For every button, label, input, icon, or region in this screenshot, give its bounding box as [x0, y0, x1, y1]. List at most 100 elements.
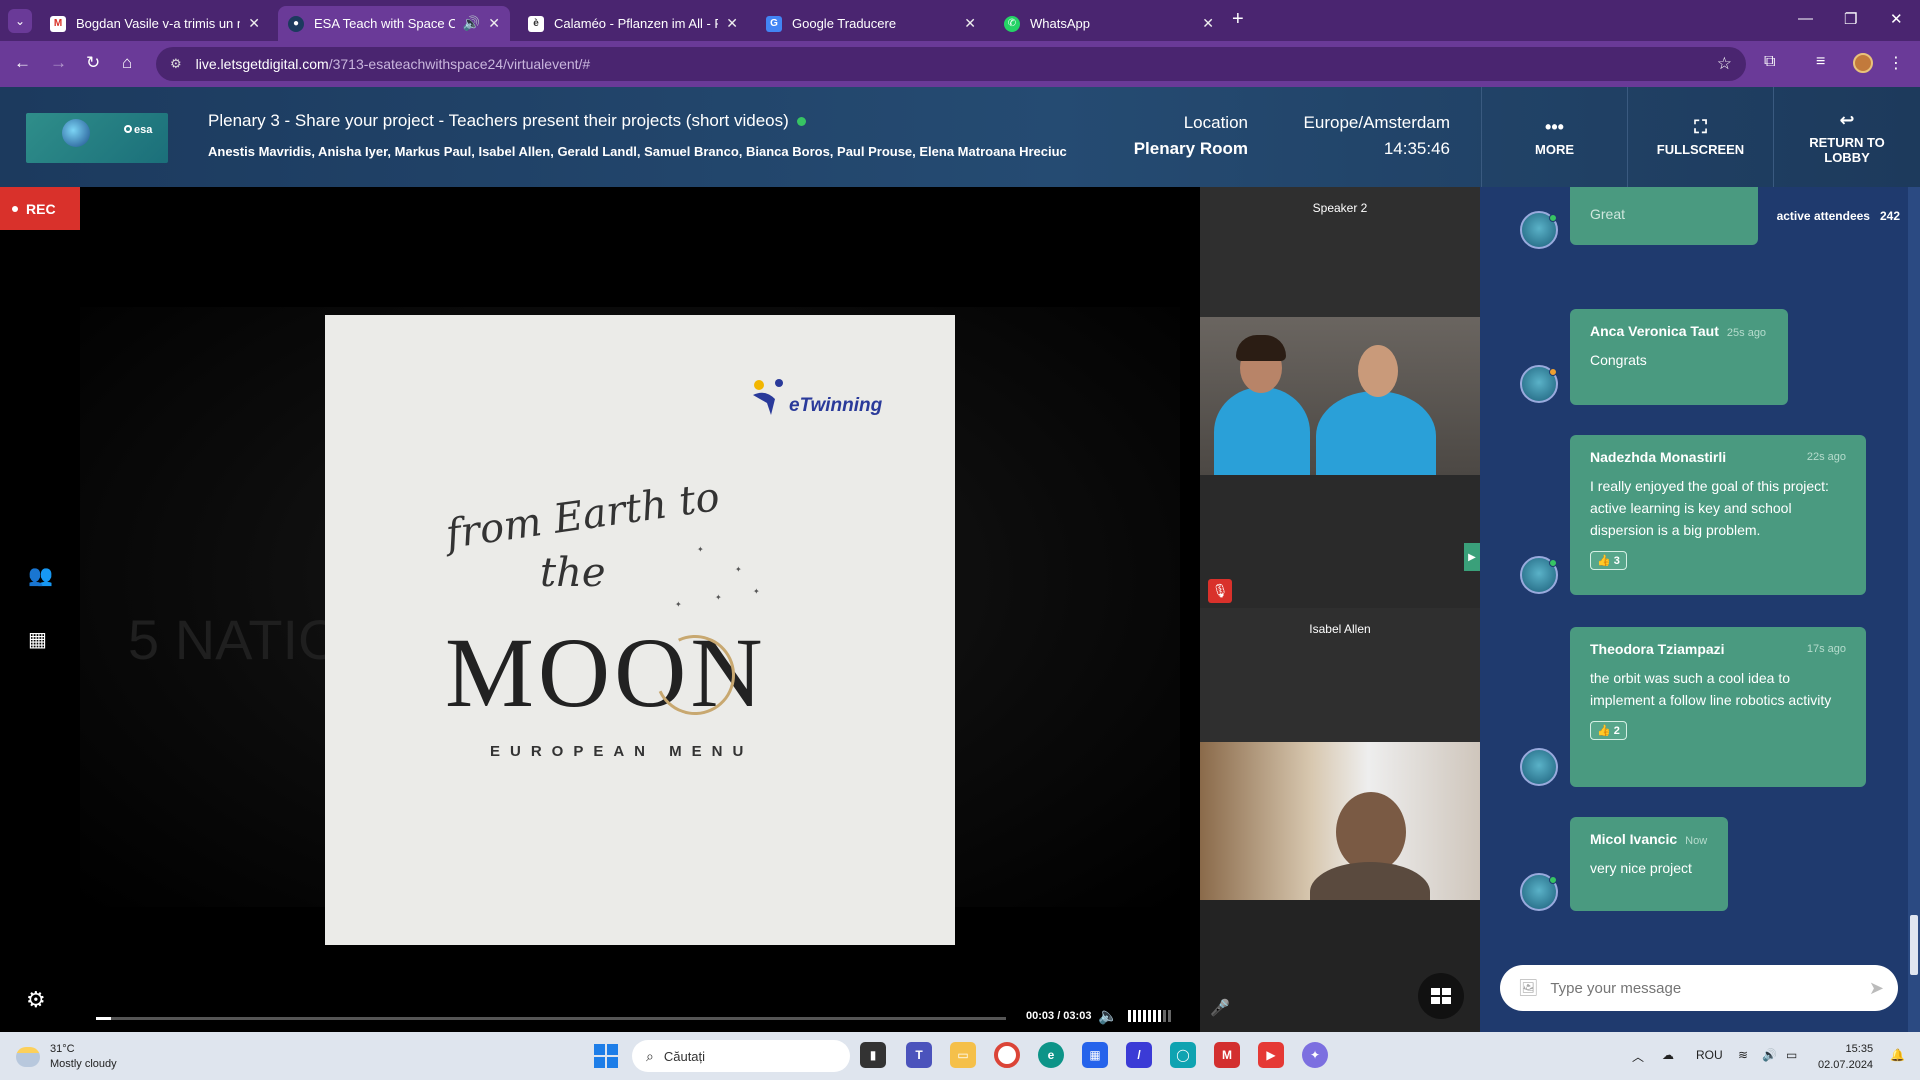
volume-tray-icon[interactable]: 🔊 [1762, 1048, 1777, 1062]
timezone-block: Europe/Amsterdam 14:35:46 [1304, 113, 1450, 159]
file-explorer-icon[interactable]: ▭ [950, 1042, 976, 1068]
bookmark-star-icon[interactable]: ☆ [1717, 54, 1732, 74]
chat-timestamp: 17s ago [1806, 643, 1846, 655]
mcafee-icon[interactable]: M [1214, 1042, 1240, 1068]
tab-esa-teach[interactable]: ● ESA Teach with Space Confe 🔊 ✕ [278, 6, 510, 41]
settings-gear-icon[interactable]: ⚙ [26, 987, 46, 1013]
close-icon[interactable]: ✕ [964, 15, 976, 32]
volume-bar [1158, 1010, 1161, 1022]
return-to-lobby-button[interactable]: ↩ RETURN TO LOBBY [1773, 87, 1920, 187]
tab-gmail[interactable]: M Bogdan Vasile v-a trimis un me ✕ [40, 6, 270, 41]
url-omnibox[interactable]: ⚙ live.letsgetdigital.com/3713-esateachw… [156, 47, 1746, 81]
live-status-dot [796, 117, 806, 127]
tab-google-translate[interactable]: G Google Traducere ✕ [756, 6, 986, 41]
close-icon[interactable]: ✕ [1202, 15, 1214, 32]
chat-message-input[interactable] [1550, 979, 1851, 997]
extensions-icon[interactable]: ⧉ [1764, 53, 1775, 71]
volume-bar [1128, 1010, 1131, 1022]
window-close-icon[interactable]: ✕ [1890, 10, 1903, 28]
speaker3-video[interactable] [1200, 742, 1480, 900]
close-icon[interactable]: ✕ [488, 15, 500, 32]
volume-bar [1143, 1010, 1146, 1022]
speaker2-video[interactable] [1200, 317, 1480, 475]
search-icon: ⌕ [646, 1047, 654, 1064]
site-info-icon[interactable]: ⚙ [170, 56, 182, 72]
cloud-icon[interactable]: ☁ [1662, 1048, 1674, 1062]
close-icon[interactable]: ✕ [726, 15, 738, 32]
volume-level[interactable] [1128, 1010, 1171, 1022]
more-label: MORE [1535, 142, 1574, 157]
browser-menu-icon[interactable]: ⋮ [1888, 53, 1904, 73]
gmail-icon: M [50, 15, 66, 32]
more-button[interactable]: ••• MORE [1481, 87, 1627, 187]
notification-bell-icon[interactable]: 🔔 [1890, 1048, 1905, 1062]
teams-icon[interactable]: T [906, 1042, 932, 1068]
rec-dot-icon [12, 205, 18, 212]
grid-layout-button[interactable] [1418, 973, 1464, 1019]
clock-date: 02.07.2024 [1818, 1059, 1874, 1071]
taskbar-search[interactable]: ⌕ Căutați [632, 1040, 850, 1072]
copilot-icon[interactable]: ✦ [1302, 1042, 1328, 1068]
restore-icon[interactable]: ❐ [1844, 10, 1857, 28]
minimize-icon[interactable]: — [1798, 10, 1813, 27]
image-attach-icon[interactable]: 🖼 [1518, 978, 1538, 998]
chat-message: Nadezhda Monastirli 22s ago I really enj… [1570, 435, 1866, 595]
media-control-icon[interactable]: ≡ [1816, 53, 1825, 71]
user-avatar[interactable] [1520, 365, 1558, 403]
tab-search-button[interactable]: ⌄ [8, 9, 32, 33]
online-status-dot [1549, 559, 1557, 567]
chat-scroll-thumb[interactable] [1910, 915, 1918, 975]
chevron-up-icon[interactable]: ︿ [1632, 1048, 1644, 1065]
mic-muted-icon: 🎙 [1208, 579, 1232, 603]
reaction-badge[interactable]: 👍 3 [1590, 551, 1627, 570]
user-avatar[interactable] [1520, 211, 1558, 249]
panel-toggle-arrow-icon[interactable]: ▶ [1464, 543, 1480, 571]
tab-calameo[interactable]: è Calaméo - Pflanzen im All - Pra ✕ [518, 6, 748, 41]
chat-author: Nadezhda Monastirli [1590, 449, 1727, 465]
chat-message-text: the orbit was such a cool idea to implem… [1590, 670, 1832, 708]
chrome-icon[interactable] [994, 1042, 1020, 1068]
microphone-icon[interactable]: 🎤 [1210, 998, 1230, 1018]
wifi-icon[interactable]: ≋ [1738, 1048, 1748, 1062]
video-timecode: 00:03 / 03:03 [1026, 1010, 1092, 1022]
session-title: Plenary 3 - Share your project - Teacher… [208, 111, 806, 131]
close-icon[interactable]: ✕ [248, 15, 260, 32]
user-avatar[interactable] [1520, 873, 1558, 911]
attendees-icon[interactable]: 👥 [28, 563, 53, 588]
fullscreen-button[interactable]: ⛶ FULLSCREEN [1627, 87, 1773, 187]
app-icon[interactable]: / [1126, 1042, 1152, 1068]
speaker2-label: Speaker 2 [1312, 201, 1368, 215]
reaction-badge[interactable]: 👍 2 [1590, 721, 1627, 740]
language-indicator[interactable]: ROU [1696, 1048, 1723, 1062]
user-avatar[interactable] [1520, 556, 1558, 594]
new-tab-button[interactable]: + [1232, 8, 1244, 31]
chat-timestamp: 22s ago [1806, 451, 1846, 463]
task-view-icon[interactable]: ▮ [860, 1042, 886, 1068]
store-icon[interactable]: ▦ [1082, 1042, 1108, 1068]
user-avatar[interactable] [1520, 748, 1558, 786]
reload-icon[interactable]: ↻ [86, 53, 100, 73]
app-icon[interactable]: ◯ [1170, 1042, 1196, 1068]
whatsapp-icon: ✆ [1004, 15, 1020, 32]
windows-start-icon[interactable] [594, 1044, 618, 1068]
youtube-icon[interactable]: ▶ [1258, 1042, 1284, 1068]
profile-avatar[interactable] [1853, 53, 1873, 73]
home-icon[interactable]: ⌂ [122, 53, 132, 73]
back-arrow-icon[interactable]: ← [14, 53, 31, 73]
volume-icon[interactable]: 🔈 [1098, 1006, 1118, 1026]
forward-arrow-icon[interactable]: → [50, 53, 67, 73]
send-icon[interactable]: ➤ [1869, 978, 1884, 999]
slide-script-line1: from Earth to [443, 474, 723, 558]
tab-whatsapp[interactable]: ✆ WhatsApp ✕ [994, 6, 1224, 41]
video-progress-bar[interactable] [96, 1017, 1006, 1020]
battery-icon[interactable]: ▭ [1786, 1048, 1797, 1062]
edge-icon[interactable]: e [1038, 1042, 1064, 1068]
speaker-column: Speaker 2 🎙 ▶ Isabel Allen 🎤 [1200, 187, 1480, 1032]
weather-widget[interactable]: 31°C Mostly cloudy [16, 1042, 117, 1072]
taskbar-search-label: Căutați [663, 1048, 706, 1064]
system-clock[interactable]: 15:35 02.07.2024 [1818, 1041, 1873, 1073]
tab-label: WhatsApp [1030, 16, 1090, 31]
stats-icon[interactable]: ▦ [28, 627, 47, 652]
return-to-lobby-label: RETURN TO LOBBY [1809, 134, 1885, 165]
chat-scrollbar[interactable] [1908, 187, 1920, 1032]
